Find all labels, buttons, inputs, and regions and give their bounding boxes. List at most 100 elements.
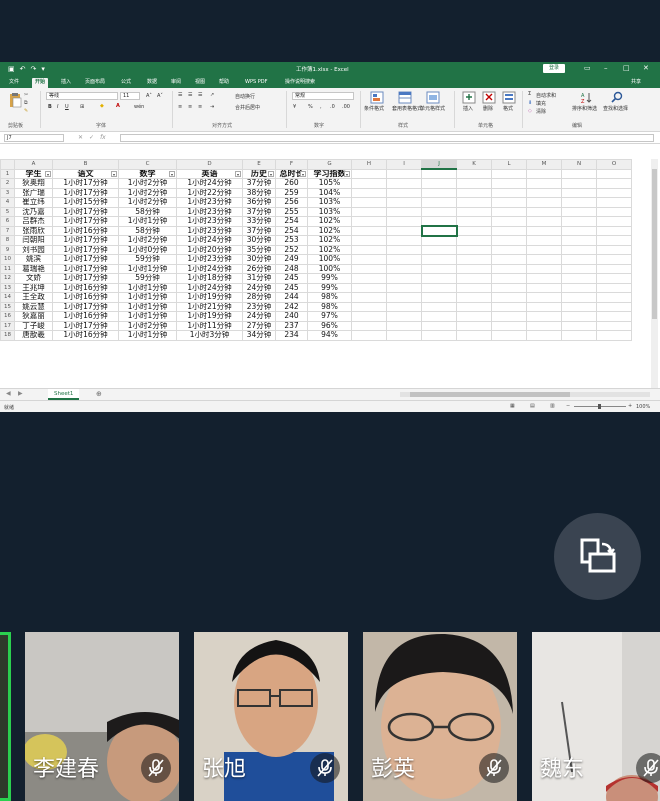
empty-cell[interactable] <box>561 168 597 179</box>
merge-center-button[interactable]: 合并后居中 <box>235 104 260 111</box>
currency-icon[interactable]: ¥ <box>293 104 296 110</box>
page-break-view-icon[interactable]: ▥ <box>550 403 555 409</box>
row-header[interactable]: 8 <box>0 235 15 246</box>
data-cell[interactable]: 38分钟 <box>242 187 276 198</box>
empty-cell[interactable] <box>491 320 527 331</box>
row-header[interactable]: 3 <box>0 187 15 198</box>
data-cell[interactable]: 1小时18分钟 <box>176 273 243 284</box>
filter-dropdown-icon[interactable]: ▾ <box>268 170 274 177</box>
clear-button[interactable]: 清除 <box>536 108 546 115</box>
customize-icon[interactable]: ▾ <box>41 65 45 73</box>
data-cell[interactable]: 王兆坤 <box>14 282 53 293</box>
sheet-tab[interactable]: Sheet1 <box>48 389 80 400</box>
column-header[interactable]: J <box>421 159 457 170</box>
share-button[interactable]: 共享 <box>628 78 644 88</box>
empty-cell[interactable] <box>491 292 527 303</box>
horizontal-scrollbar[interactable] <box>400 392 650 397</box>
empty-cell[interactable] <box>456 282 492 293</box>
empty-cell[interactable] <box>386 225 422 236</box>
empty-cell[interactable] <box>456 225 492 236</box>
data-cell[interactable]: 1小时17分钟 <box>52 187 119 198</box>
column-header[interactable]: L <box>491 159 527 170</box>
data-cell[interactable]: 245 <box>275 273 308 284</box>
header-cell[interactable]: 历史 ▾ <box>242 168 276 179</box>
zoom-out-icon[interactable]: − <box>566 403 570 409</box>
row-header[interactable]: 5 <box>0 206 15 217</box>
empty-cell[interactable] <box>386 216 422 227</box>
empty-cell[interactable] <box>421 301 457 312</box>
data-cell[interactable]: 1小时23分钟 <box>176 254 243 265</box>
empty-cell[interactable] <box>386 311 422 322</box>
empty-cell[interactable] <box>596 197 632 208</box>
empty-cell[interactable] <box>456 244 492 255</box>
empty-cell[interactable] <box>561 282 597 293</box>
empty-cell[interactable] <box>491 206 527 217</box>
empty-cell[interactable] <box>386 282 422 293</box>
empty-cell[interactable] <box>561 330 597 341</box>
tab-0[interactable]: 文件 <box>6 78 22 88</box>
empty-cell[interactable] <box>596 282 632 293</box>
empty-cell[interactable] <box>526 216 562 227</box>
empty-cell[interactable] <box>456 254 492 265</box>
data-cell[interactable]: 1小时17分钟 <box>52 263 119 274</box>
normal-view-icon[interactable]: ▦ <box>510 403 515 409</box>
decrease-decimal-icon[interactable]: .00 <box>342 104 350 110</box>
cut-icon[interactable]: ✂ <box>24 92 28 98</box>
empty-cell[interactable] <box>561 254 597 265</box>
empty-cell[interactable] <box>421 254 457 265</box>
column-header[interactable]: F <box>275 159 308 170</box>
data-cell[interactable]: 31分钟 <box>242 273 276 284</box>
data-cell[interactable]: 33分钟 <box>242 216 276 227</box>
empty-cell[interactable] <box>351 235 387 246</box>
empty-cell[interactable] <box>561 311 597 322</box>
scroll-sheets-right-icon[interactable]: ▶ <box>18 390 23 397</box>
copy-icon[interactable]: ⧉ <box>24 100 28 106</box>
data-cell[interactable]: 1小时11分钟 <box>176 320 243 331</box>
row-header[interactable]: 18 <box>0 330 15 341</box>
empty-cell[interactable] <box>351 206 387 217</box>
data-cell[interactable]: 1小时23分钟 <box>176 197 243 208</box>
column-header[interactable]: E <box>242 159 276 170</box>
font-name-select[interactable]: 等线 <box>46 92 118 100</box>
empty-cell[interactable] <box>386 168 422 179</box>
header-cell[interactable]: 语文 ▾ <box>52 168 119 179</box>
data-cell[interactable]: 1小时1分钟 <box>118 330 177 341</box>
data-cell[interactable]: 吕群杰 <box>14 216 53 227</box>
empty-cell[interactable] <box>491 273 527 284</box>
empty-cell[interactable] <box>351 263 387 274</box>
row-header[interactable]: 12 <box>0 273 15 284</box>
empty-cell[interactable] <box>456 263 492 274</box>
empty-cell[interactable] <box>526 311 562 322</box>
align-middle-icon[interactable]: ☰ <box>188 92 192 98</box>
empty-cell[interactable] <box>386 178 422 189</box>
data-cell[interactable]: 37分钟 <box>242 225 276 236</box>
empty-cell[interactable] <box>526 320 562 331</box>
empty-cell[interactable] <box>526 225 562 236</box>
empty-cell[interactable] <box>456 178 492 189</box>
empty-cell[interactable] <box>491 282 527 293</box>
sort-filter-button[interactable]: 排序和筛选 <box>572 105 597 112</box>
empty-cell[interactable] <box>561 235 597 246</box>
empty-cell[interactable] <box>526 254 562 265</box>
empty-cell[interactable] <box>561 187 597 198</box>
column-header[interactable]: K <box>456 159 492 170</box>
data-cell[interactable]: 姚滨 <box>14 254 53 265</box>
empty-cell[interactable] <box>421 292 457 303</box>
data-cell[interactable]: 1小时16分钟 <box>52 282 119 293</box>
data-cell[interactable]: 237 <box>275 320 308 331</box>
data-cell[interactable]: 1小时17分钟 <box>52 244 119 255</box>
conditional-format-button[interactable]: 条件格式 <box>364 105 384 112</box>
empty-cell[interactable] <box>561 301 597 312</box>
empty-cell[interactable] <box>596 187 632 198</box>
empty-cell[interactable] <box>456 311 492 322</box>
format-cells-icon[interactable] <box>502 91 516 104</box>
column-header[interactable]: M <box>526 159 562 170</box>
maximize-icon[interactable]: □ <box>623 64 630 73</box>
data-cell[interactable]: 256 <box>275 197 308 208</box>
undo-icon[interactable]: ↶ <box>20 65 26 73</box>
data-cell[interactable]: 24分钟 <box>242 311 276 322</box>
data-cell[interactable]: 1小时19分钟 <box>176 311 243 322</box>
empty-cell[interactable] <box>421 330 457 341</box>
rotate-screen-button[interactable] <box>554 513 641 600</box>
data-cell[interactable]: 1小时24分钟 <box>176 178 243 189</box>
